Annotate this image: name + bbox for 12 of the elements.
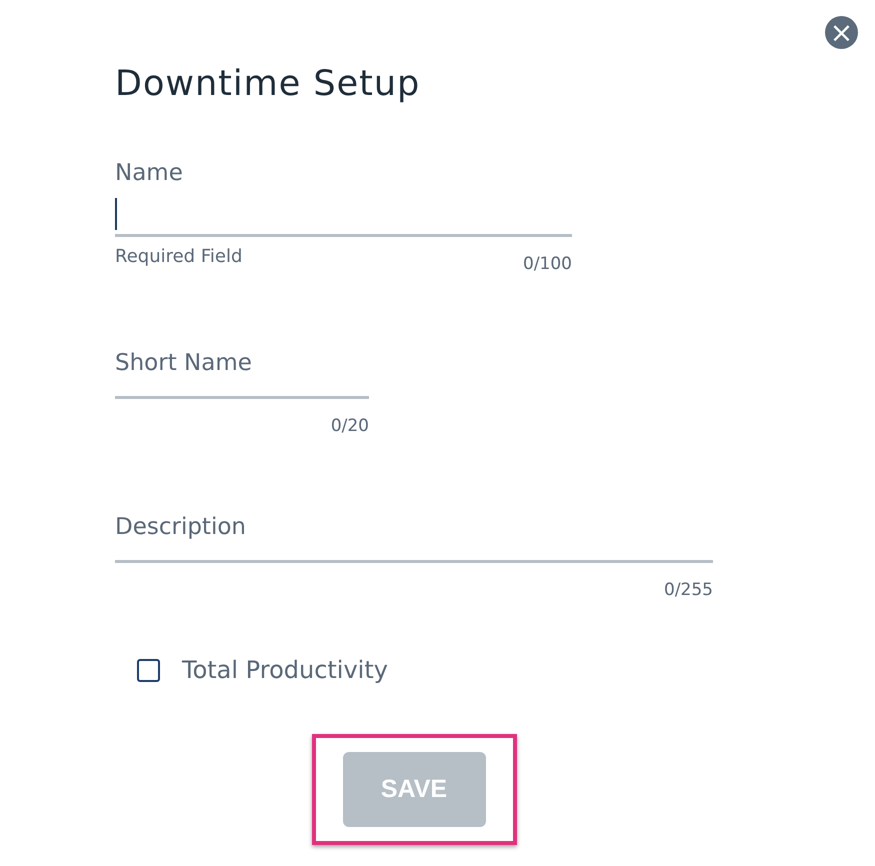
character-counter: 0/20 (330, 416, 369, 436)
checkbox-label: Total Productivity (182, 656, 388, 684)
field-label: Short Name (115, 349, 253, 378)
dialog-title: Downtime Setup (115, 63, 422, 106)
field-label: Name (115, 159, 184, 188)
checkbox[interactable] (137, 658, 160, 682)
character-counter: 0/255 (664, 580, 713, 600)
helper-text: Required Field (115, 246, 242, 267)
character-counter: 0/100 (523, 254, 572, 274)
text-cursor (115, 198, 117, 230)
field-label: Description (115, 513, 247, 542)
close-button[interactable]: × (825, 16, 858, 49)
